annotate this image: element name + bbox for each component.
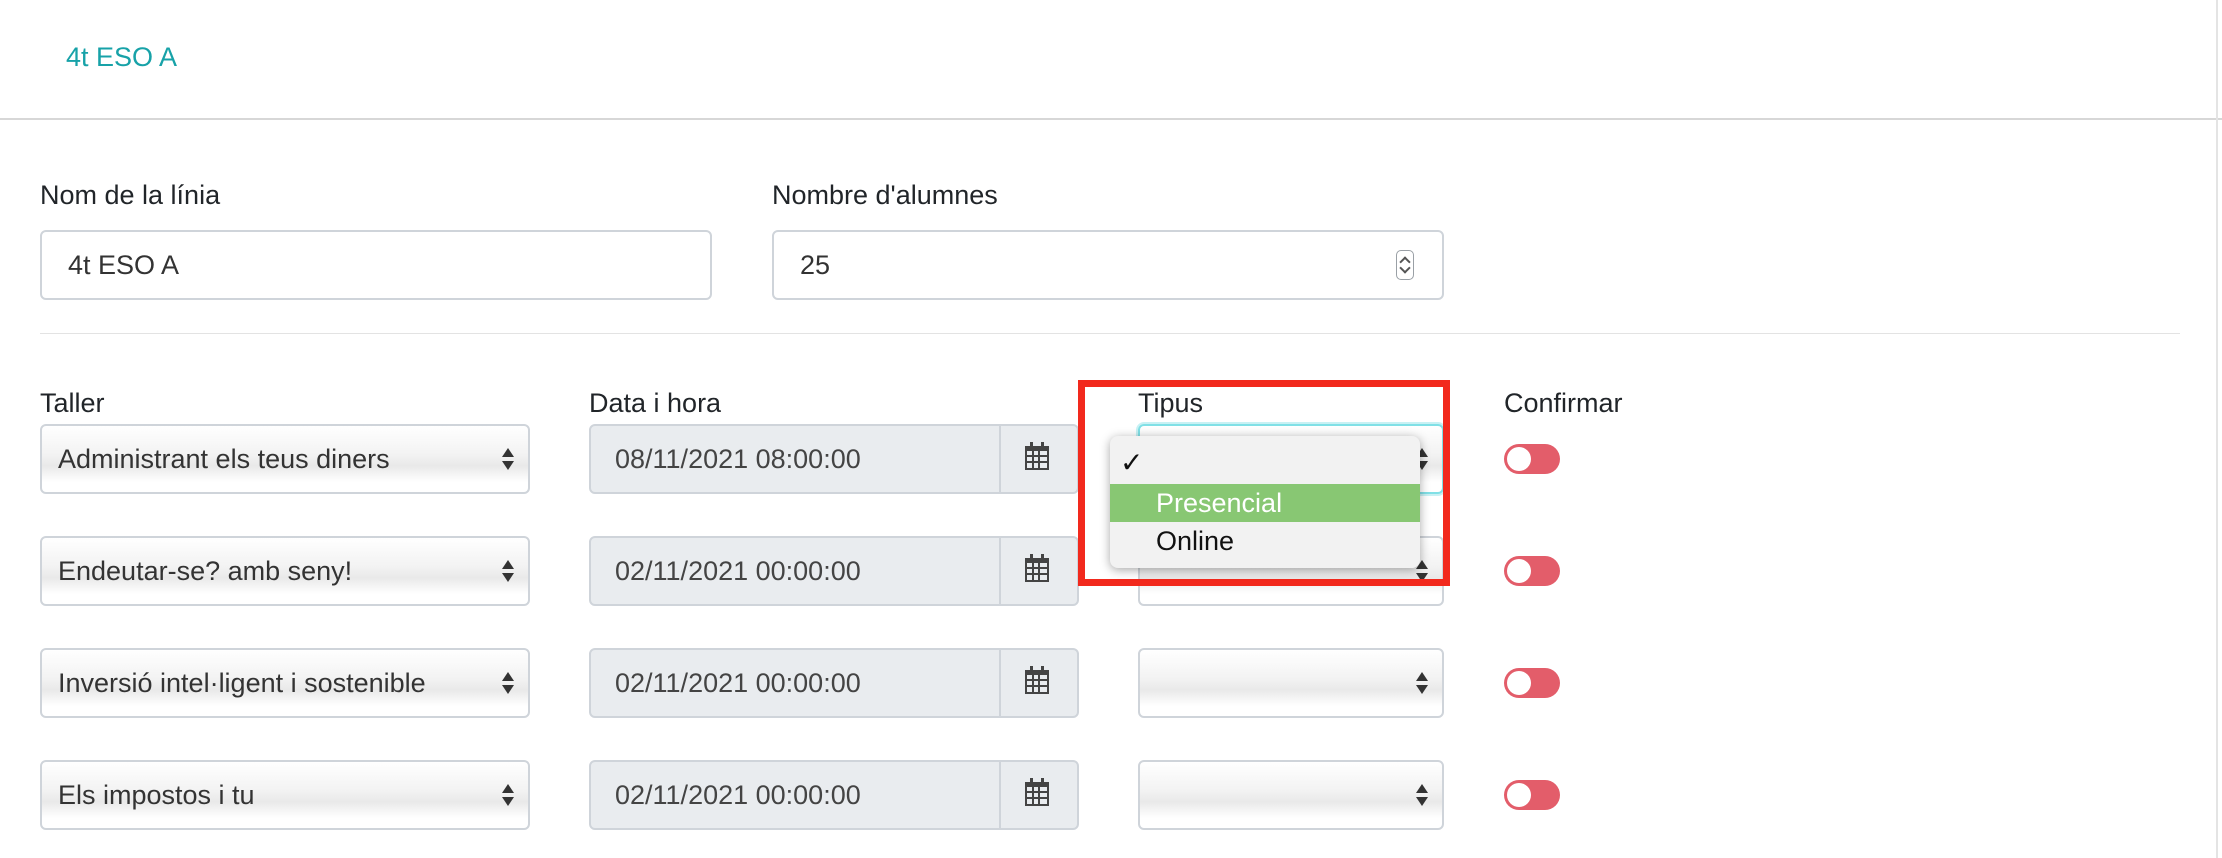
column-header-data: Data i hora: [589, 388, 722, 418]
select-arrows-icon: [502, 560, 514, 584]
scrollbar-track: [2216, 0, 2218, 858]
select-arrows-icon: [502, 672, 514, 696]
tipus-select[interactable]: [1138, 648, 1444, 718]
dropdown-option-online[interactable]: Online: [1110, 522, 1420, 560]
column-header-taller: Taller: [40, 388, 105, 418]
form-divider: [40, 333, 2180, 334]
taller-select[interactable]: Els impostos i tu: [40, 760, 530, 830]
confirm-toggle[interactable]: [1504, 780, 1560, 810]
datetime-input[interactable]: 02/11/2021 00:00:00: [589, 536, 1079, 606]
calendar-button[interactable]: [999, 650, 1077, 716]
header-divider: [0, 118, 2222, 120]
taller-select[interactable]: Administrant els teus diners: [40, 424, 530, 494]
toggle-knob: [1507, 559, 1531, 583]
datetime-value: 02/11/2021 00:00:00: [615, 780, 861, 810]
calendar-icon: [1025, 554, 1049, 582]
confirm-toggle[interactable]: [1504, 556, 1560, 586]
students-input[interactable]: 25: [772, 230, 1444, 300]
confirm-toggle[interactable]: [1504, 444, 1560, 474]
datetime-input[interactable]: 02/11/2021 00:00:00: [589, 760, 1079, 830]
students-value: 25: [800, 250, 831, 280]
taller-select-value: Administrant els teus diners: [58, 444, 390, 474]
column-header-confirmar: Confirmar: [1504, 388, 1623, 418]
number-spinner-icon[interactable]: [1396, 250, 1414, 280]
taller-select-value: Els impostos i tu: [58, 780, 255, 810]
datetime-input[interactable]: 08/11/2021 08:00:00: [589, 424, 1079, 494]
calendar-button[interactable]: [999, 426, 1077, 492]
datetime-value: 02/11/2021 00:00:00: [615, 556, 861, 586]
calendar-icon: [1025, 778, 1049, 806]
toggle-knob: [1507, 671, 1531, 695]
line-name-input[interactable]: 4t ESO A: [40, 230, 712, 300]
dropdown-option-presencial[interactable]: Presencial: [1110, 484, 1420, 522]
calendar-icon: [1025, 666, 1049, 694]
line-name-label: Nom de la línia: [40, 180, 221, 210]
select-arrows-icon: [1416, 672, 1428, 696]
tipus-select[interactable]: [1138, 760, 1444, 830]
confirm-toggle[interactable]: [1504, 668, 1560, 698]
tab-4t-eso-a[interactable]: 4t ESO A: [66, 42, 177, 73]
calendar-button[interactable]: [999, 538, 1077, 604]
datetime-input[interactable]: 02/11/2021 00:00:00: [589, 648, 1079, 718]
datetime-value: 08/11/2021 08:00:00: [615, 444, 861, 474]
select-arrows-icon: [502, 784, 514, 808]
toggle-knob: [1507, 447, 1531, 471]
taller-select[interactable]: Endeutar-se? amb seny!: [40, 536, 530, 606]
calendar-button[interactable]: [999, 762, 1077, 828]
select-arrows-icon: [1416, 784, 1428, 808]
taller-select[interactable]: Inversió intel·ligent i sostenible: [40, 648, 530, 718]
calendar-icon: [1025, 442, 1049, 470]
tipus-dropdown-menu[interactable]: ✓ Presencial Online: [1110, 436, 1420, 568]
taller-select-value: Inversió intel·ligent i sostenible: [58, 668, 426, 698]
select-arrows-icon: [502, 448, 514, 472]
page: 4t ESO A Nom de la línia 4t ESO A Nombre…: [0, 0, 2222, 858]
toggle-knob: [1507, 783, 1531, 807]
checkmark-icon: ✓: [1120, 447, 1144, 478]
datetime-value: 02/11/2021 00:00:00: [615, 668, 861, 698]
taller-select-value: Endeutar-se? amb seny!: [58, 556, 353, 586]
students-label: Nombre d'alumnes: [772, 180, 998, 210]
